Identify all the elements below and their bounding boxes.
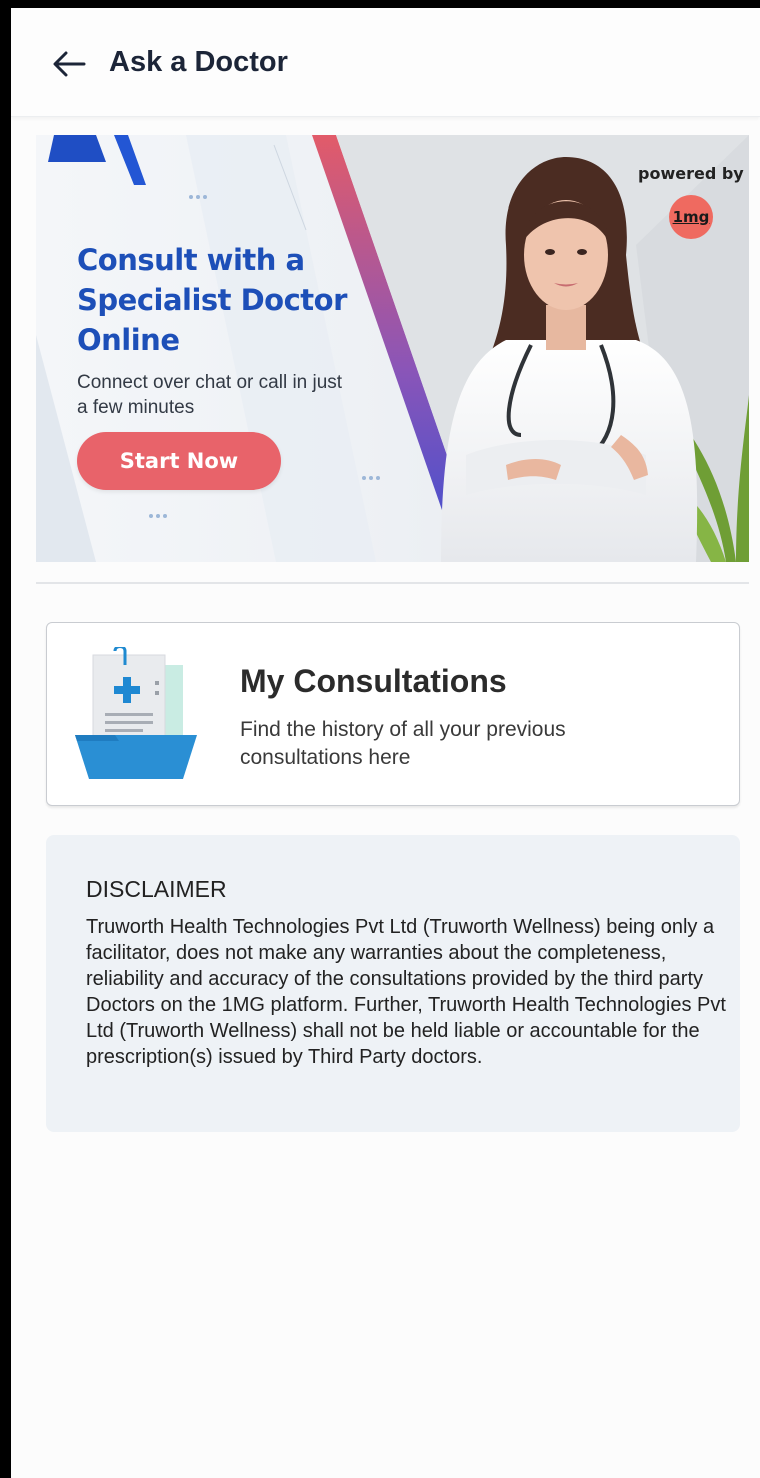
divider (36, 582, 749, 584)
consult-banner[interactable]: Consult with a Specialist Doctor Online … (36, 135, 749, 562)
arrow-left-icon (53, 51, 86, 77)
1mg-logo: 1mg (669, 195, 713, 239)
my-consultations-title: My Consultations (240, 663, 507, 699)
powered-by-label: powered by (638, 164, 744, 183)
my-consultations-card[interactable]: My Consultations Find the history of all… (46, 622, 740, 806)
disclaimer-body: Truworth Health Technologies Pvt Ltd (Tr… (86, 916, 726, 1068)
app-screen: Ask a Doctor Consult with a Specialist D… (11, 8, 760, 1478)
my-consultations-description: Find the history of all your previous co… (240, 718, 566, 769)
page-title: Ask a Doctor (109, 46, 288, 78)
app-bar: Ask a Doctor (11, 8, 760, 117)
disclaimer-title: DISCLAIMER (86, 876, 227, 902)
banner-title: Consult with a Specialist Doctor Online (77, 243, 347, 357)
back-button[interactable] (49, 44, 89, 84)
start-now-button[interactable]: Start Now (77, 432, 281, 490)
medical-folder-icon (75, 647, 197, 779)
banner-subtitle: Connect over chat or call in just a few … (77, 372, 343, 418)
disclaimer-box: DISCLAIMER Truworth Health Technologies … (46, 835, 740, 1132)
